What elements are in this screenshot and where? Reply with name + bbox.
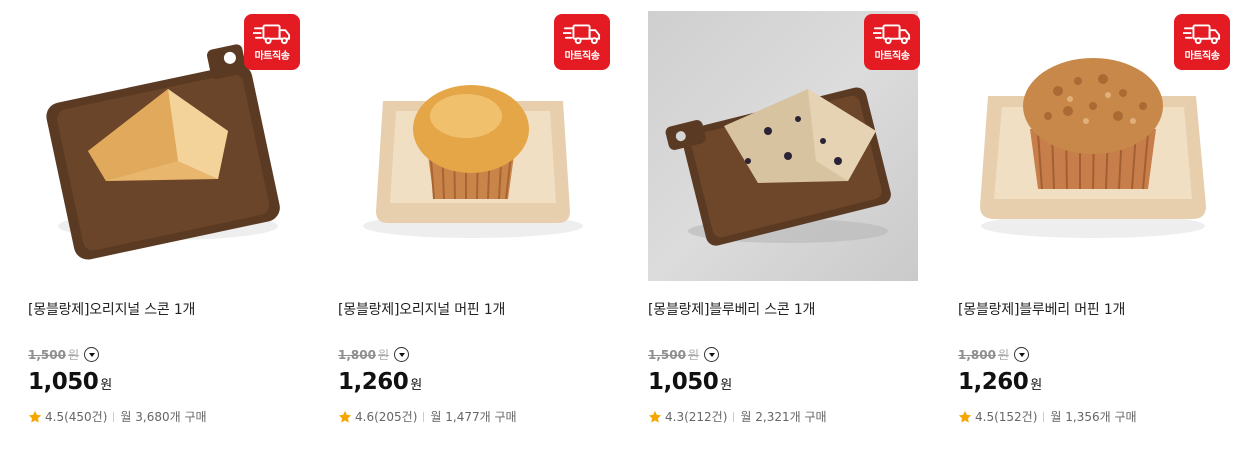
truck-icon bbox=[873, 22, 911, 46]
product-card[interactable]: 마트직송 [몽블랑제]오리지널 머핀 1개 1,800 원 1,260 원 4.… bbox=[338, 0, 610, 454]
review-count: (212건) bbox=[684, 410, 728, 424]
sale-price: 1,050 원 bbox=[648, 369, 733, 395]
monthly-purchases: 월 1,356개 구매 bbox=[1050, 410, 1137, 424]
monthly-purchases: 월 2,321개 구매 bbox=[740, 410, 827, 424]
mart-delivery-badge: 마트직송 bbox=[864, 14, 920, 70]
original-price: 1,500 원 bbox=[28, 346, 100, 363]
product-title[interactable]: [몽블랑제]블루베리 머핀 1개 bbox=[958, 299, 1125, 319]
monthly-purchases: 월 1,477개 구매 bbox=[430, 410, 517, 424]
sale-price: 1,260 원 bbox=[338, 369, 423, 395]
divider bbox=[733, 411, 735, 422]
mart-delivery-badge: 마트직송 bbox=[1174, 14, 1230, 70]
rating-info: 4.5 (152건) 월 1,356개 구매 bbox=[958, 408, 1137, 425]
truck-icon bbox=[563, 22, 601, 46]
review-count: (205건) bbox=[374, 410, 418, 424]
star-icon bbox=[648, 410, 662, 424]
truck-icon bbox=[253, 22, 291, 46]
sale-price: 1,050 원 bbox=[28, 369, 113, 395]
product-card[interactable]: 마트직송 [몽블랑제]오리지널 스콘 1개 1,500 원 1,050 원 4.… bbox=[28, 0, 300, 454]
original-price: 1,500 원 bbox=[648, 346, 720, 363]
sale-price: 1,260 원 bbox=[958, 369, 1043, 395]
price-detail-toggle-icon[interactable] bbox=[84, 347, 100, 362]
mart-delivery-badge: 마트직송 bbox=[554, 14, 610, 70]
price-detail-toggle-icon[interactable] bbox=[704, 347, 720, 362]
divider bbox=[423, 411, 425, 422]
rating-info: 4.5 (450건) 월 3,680개 구매 bbox=[28, 408, 207, 425]
product-card[interactable]: 마트직송 [몽블랑제]블루베리 스콘 1개 1,500 원 1,050 원 4.… bbox=[648, 0, 920, 454]
star-icon bbox=[338, 410, 352, 424]
truck-icon bbox=[1183, 22, 1221, 46]
rating-score: 4.5 bbox=[975, 409, 995, 424]
product-grid: 마트직송 [몽블랑제]오리지널 스콘 1개 1,500 원 1,050 원 4.… bbox=[0, 0, 1249, 454]
mart-delivery-badge: 마트직송 bbox=[244, 14, 300, 70]
rating-info: 4.6 (205건) 월 1,477개 구매 bbox=[338, 408, 517, 425]
star-icon bbox=[28, 410, 42, 424]
divider bbox=[113, 411, 115, 422]
review-count: (450건) bbox=[64, 410, 108, 424]
original-price: 1,800 원 bbox=[958, 346, 1030, 363]
product-title[interactable]: [몽블랑제]블루베리 스콘 1개 bbox=[648, 299, 815, 319]
original-price: 1,800 원 bbox=[338, 346, 410, 363]
rating-score: 4.3 bbox=[665, 409, 685, 424]
product-title[interactable]: [몽블랑제]오리지널 머핀 1개 bbox=[338, 299, 505, 319]
product-title[interactable]: [몽블랑제]오리지널 스콘 1개 bbox=[28, 299, 195, 319]
monthly-purchases: 월 3,680개 구매 bbox=[120, 410, 207, 424]
rating-info: 4.3 (212건) 월 2,321개 구매 bbox=[648, 408, 827, 425]
review-count: (152건) bbox=[994, 410, 1038, 424]
divider bbox=[1043, 411, 1045, 422]
rating-score: 4.6 bbox=[355, 409, 375, 424]
price-detail-toggle-icon[interactable] bbox=[394, 347, 410, 362]
rating-score: 4.5 bbox=[45, 409, 65, 424]
price-detail-toggle-icon[interactable] bbox=[1014, 347, 1030, 362]
star-icon bbox=[958, 410, 972, 424]
product-card[interactable]: 마트직송 [몽블랑제]블루베리 머핀 1개 1,800 원 1,260 원 4.… bbox=[958, 0, 1230, 454]
